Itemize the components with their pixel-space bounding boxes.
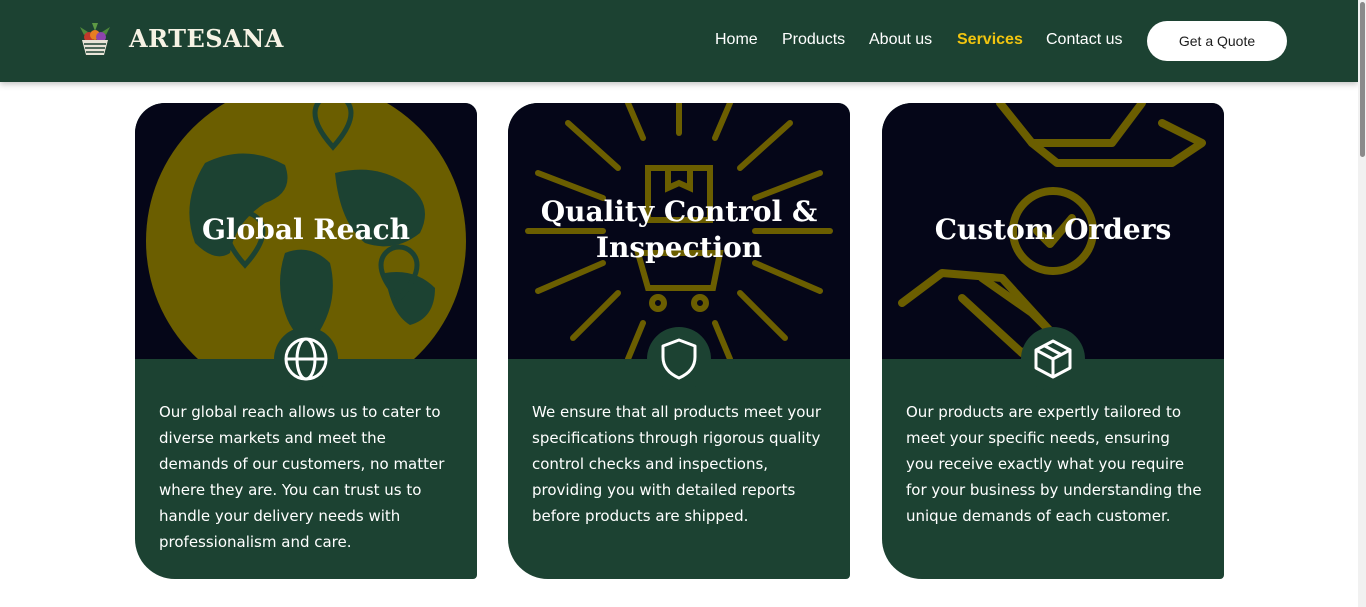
card-description: Our products are expertly tailored to me… xyxy=(906,403,1202,525)
service-card-global-reach: Global Reach Our global reach allows us … xyxy=(135,103,477,579)
nav-contact-us[interactable]: Contact us xyxy=(1046,31,1122,49)
card-description: We ensure that all products meet your sp… xyxy=(532,403,822,525)
nav-services[interactable]: Services xyxy=(957,31,1023,49)
nav-about-us[interactable]: About us xyxy=(869,31,932,49)
card-title: Quality Control & Inspection xyxy=(540,195,818,264)
service-card-custom-orders: Custom Orders Our products are expertly … xyxy=(882,103,1224,579)
scrollbar-thumb[interactable] xyxy=(1360,2,1365,157)
service-card-quality-control: Quality Control & Inspection We ensure t… xyxy=(508,103,850,579)
nav-products[interactable]: Products xyxy=(782,31,845,49)
top-navbar: ARTESANA Home Products About us Services… xyxy=(0,0,1358,82)
fruit-basket-icon[interactable] xyxy=(76,21,114,59)
get-a-quote-button[interactable]: Get a Quote xyxy=(1147,21,1287,61)
shield-icon xyxy=(647,327,711,391)
card-description: Our global reach allows us to cater to d… xyxy=(159,403,445,551)
nav-home[interactable]: Home xyxy=(715,31,758,49)
brand-name[interactable]: ARTESANA xyxy=(129,24,284,53)
card-title: Global Reach xyxy=(202,213,410,246)
card-title: Custom Orders xyxy=(934,213,1172,246)
globe-icon xyxy=(274,327,338,391)
box-icon xyxy=(1021,327,1085,391)
